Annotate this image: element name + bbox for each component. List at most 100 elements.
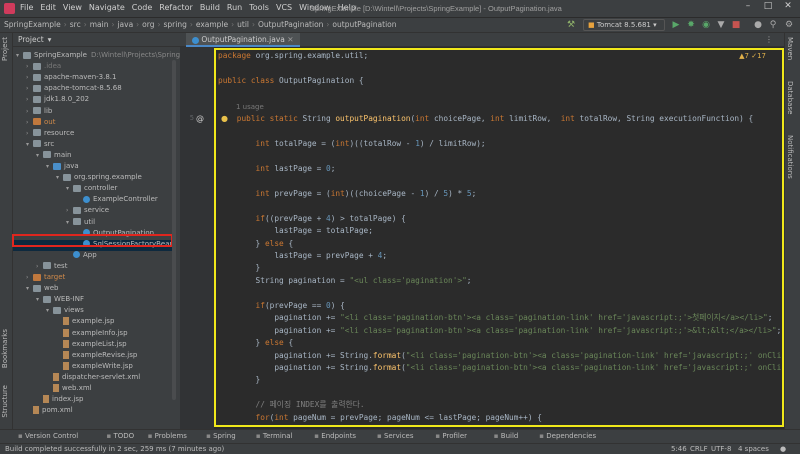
chevron-down-icon[interactable]: ▾: [66, 183, 73, 194]
tree-item-apache-maven-3-8-1[interactable]: › apache-maven-3.8.1: [26, 72, 116, 83]
run-icon[interactable]: ▶: [670, 19, 682, 31]
tree-item-web-xml[interactable]: web.xml: [46, 383, 92, 394]
menu-item-view[interactable]: View: [63, 3, 82, 12]
tree-item-web[interactable]: ▾ web: [26, 283, 58, 294]
chevron-right-icon[interactable]: ›: [66, 205, 73, 216]
close-icon[interactable]: ✕: [780, 1, 796, 15]
more-tabs-icon[interactable]: ⋮: [765, 35, 773, 44]
caret-position[interactable]: 5:46: [671, 445, 687, 453]
tree-item-jdk1-8-0-202[interactable]: › jdk1.8.0_202: [26, 94, 89, 105]
tree-item-org-spring-example[interactable]: ▾ org.spring.example: [56, 172, 142, 183]
breadcrumb-item[interactable]: java: [117, 20, 133, 29]
tool-window-todo[interactable]: ▪ TODO: [107, 432, 135, 440]
project-tab[interactable]: Project: [1, 37, 9, 61]
tool-window-version-control[interactable]: ▪ Version Control: [18, 432, 78, 440]
settings-icon[interactable]: ⚙: [783, 19, 795, 31]
notifications-tab[interactable]: Notifications: [786, 135, 794, 179]
project-scrollbar[interactable]: [172, 60, 176, 400]
file-encoding[interactable]: UTF-8: [711, 445, 731, 453]
chevron-right-icon[interactable]: ›: [26, 72, 33, 83]
run-config-select[interactable]: ■ Tomcat 8.5.681 ▾: [583, 19, 665, 31]
breadcrumb-item[interactable]: SpringExample: [4, 20, 61, 29]
chevron-down-icon[interactable]: ▾: [56, 172, 63, 183]
bookmarks-tab[interactable]: Bookmarks: [1, 329, 9, 368]
search-icon[interactable]: ⚲: [767, 19, 779, 31]
chevron-right-icon[interactable]: ›: [26, 83, 33, 94]
menu-item-refactor[interactable]: Refactor: [159, 3, 193, 12]
chevron-right-icon[interactable]: ›: [26, 272, 33, 283]
tree-item-test[interactable]: › test: [36, 261, 67, 272]
menu-item-build[interactable]: Build: [200, 3, 220, 12]
tree-item-apache-tomcat-8-5-68[interactable]: › apache-tomcat-8.5.68: [26, 83, 122, 94]
tree-item-java[interactable]: ▾ java: [46, 161, 79, 172]
project-panel-title[interactable]: Project: [18, 35, 44, 44]
tool-window-spring[interactable]: ▪ Spring: [206, 432, 236, 440]
tree-item-examplecontroller[interactable]: ExampleController: [76, 194, 158, 205]
lightbulb-icon[interactable]: ●: [221, 114, 228, 123]
chevron-right-icon[interactable]: ›: [26, 106, 33, 117]
tree-item-examplewrite-jsp[interactable]: exampleWrite.jsp: [56, 361, 133, 372]
database-tab[interactable]: Database: [786, 81, 794, 114]
tree-item-out[interactable]: › out: [26, 117, 55, 128]
status-message[interactable]: Build completed successfully in 2 sec, 2…: [5, 445, 224, 453]
chevron-down-icon[interactable]: ▾: [46, 305, 53, 316]
stop-icon[interactable]: ■: [730, 19, 742, 31]
tree-item-example-jsp[interactable]: example.jsp: [56, 316, 114, 327]
tree-item-index-jsp[interactable]: index.jsp: [36, 394, 83, 405]
tool-window-terminal[interactable]: ▪ Terminal: [256, 432, 293, 440]
tool-window-profiler[interactable]: ▪ Profiler: [435, 432, 467, 440]
close-icon[interactable]: ✕: [287, 35, 293, 44]
menu-item-tools[interactable]: Tools: [249, 3, 269, 12]
breadcrumb-item[interactable]: example: [196, 20, 228, 29]
minimize-icon[interactable]: –: [740, 1, 756, 15]
menu-item-navigate[interactable]: Navigate: [89, 3, 125, 12]
menu-item-file[interactable]: File: [20, 3, 33, 12]
tree-item-target[interactable]: › target: [26, 272, 65, 283]
breadcrumb-item[interactable]: spring: [163, 20, 186, 29]
tool-window-endpoints[interactable]: ▪ Endpoints: [314, 432, 356, 440]
tree-item-dispatcher-servlet-xml[interactable]: dispatcher-servlet.xml: [46, 372, 140, 383]
maximize-icon[interactable]: □: [760, 1, 776, 15]
tree-item-util[interactable]: ▾ util: [66, 217, 95, 228]
chevron-down-icon[interactable]: ▾: [36, 150, 43, 161]
tool-window-build[interactable]: ▪ Build: [494, 432, 519, 440]
chevron-right-icon[interactable]: ›: [26, 117, 33, 128]
user-icon[interactable]: ●: [752, 19, 764, 31]
chevron-down-icon[interactable]: ▾: [48, 35, 52, 44]
tool-window-services[interactable]: ▪ Services: [377, 432, 414, 440]
breadcrumb-item[interactable]: outputPagination: [332, 20, 396, 29]
hammer-icon[interactable]: ⚒: [565, 19, 577, 31]
profile-icon[interactable]: ▼: [715, 19, 727, 31]
line-separator[interactable]: CRLF: [690, 445, 708, 453]
chevron-right-icon[interactable]: ›: [26, 128, 33, 139]
tree-item-lib[interactable]: › lib: [26, 106, 52, 117]
tree-item-controller[interactable]: ▾ controller: [66, 183, 117, 194]
breadcrumb-item[interactable]: util: [237, 20, 249, 29]
structure-tab[interactable]: Structure: [1, 385, 9, 418]
chevron-down-icon[interactable]: ▾: [26, 139, 33, 150]
chevron-right-icon[interactable]: ›: [26, 61, 33, 72]
maven-tab[interactable]: Maven: [786, 37, 794, 60]
chevron-down-icon[interactable]: ▾: [66, 217, 73, 228]
chevron-right-icon[interactable]: ›: [36, 261, 43, 272]
tree-item-app[interactable]: App: [66, 250, 97, 261]
debug-icon[interactable]: ✸: [685, 19, 697, 31]
coverage-icon[interactable]: ◉: [700, 19, 712, 31]
tree-item-src[interactable]: ▾ src: [26, 139, 54, 150]
tool-window-dependencies[interactable]: ▪ Dependencies: [539, 432, 596, 440]
chevron-down-icon[interactable]: ▾: [16, 50, 23, 61]
tree-item-resource[interactable]: › resource: [26, 128, 74, 139]
tab-output-pagination[interactable]: OutputPagination.java ✕: [186, 33, 300, 47]
tool-window-problems[interactable]: ▪ Problems: [148, 432, 187, 440]
chevron-down-icon[interactable]: ▾: [26, 283, 33, 294]
menu-item-run[interactable]: Run: [227, 3, 242, 12]
lock-icon[interactable]: ●: [780, 445, 786, 453]
tree-item-exampleinfo-jsp[interactable]: exampleInfo.jsp: [56, 328, 128, 339]
breadcrumb-item[interactable]: org: [142, 20, 154, 29]
tree-item-web-inf[interactable]: ▾ WEB-INF: [36, 294, 84, 305]
tree-item-views[interactable]: ▾ views: [46, 305, 84, 316]
menu-item-code[interactable]: Code: [132, 3, 152, 12]
breadcrumb-item[interactable]: src: [70, 20, 81, 29]
menu-item-edit[interactable]: Edit: [40, 3, 56, 12]
indent-setting[interactable]: 4 spaces: [738, 445, 769, 453]
